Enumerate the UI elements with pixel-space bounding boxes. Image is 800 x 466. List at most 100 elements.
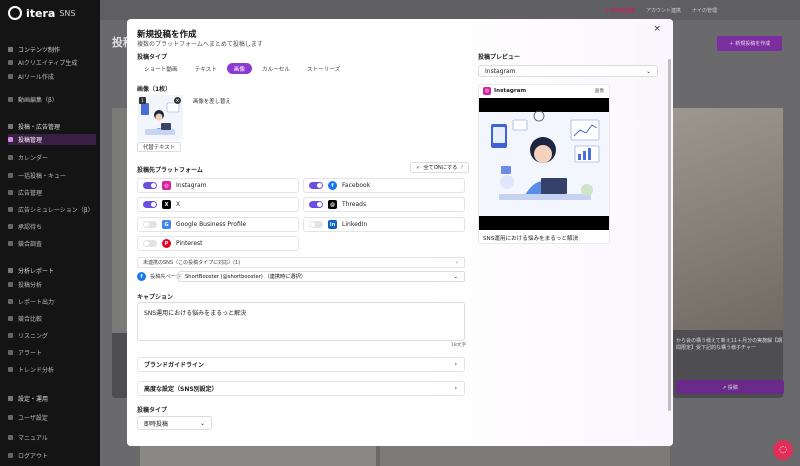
platform-instagram[interactable]: ◎ Instagram bbox=[137, 178, 299, 193]
queue-icon bbox=[8, 173, 13, 178]
ear-icon bbox=[8, 333, 13, 338]
bg-post-card[interactable] bbox=[380, 446, 670, 466]
chevron-down-icon: ⌄ bbox=[199, 419, 205, 427]
sidebar-item-trend[interactable]: トレンド分析 bbox=[8, 364, 96, 375]
remove-image-icon[interactable]: × bbox=[174, 97, 181, 104]
folder-icon bbox=[8, 47, 13, 52]
bg-post-caption: から会の構う様えて新え11＋月分の実施解【期間限定】受下記的な構う様子チャー bbox=[676, 338, 783, 351]
platform-toggle[interactable] bbox=[143, 182, 157, 189]
sidebar-item-ad-simulation[interactable]: 広告シミュレーション（β） bbox=[8, 204, 96, 215]
sidebar-item-report[interactable]: レポート出力 bbox=[8, 296, 96, 307]
chat-button[interactable]: ◌ bbox=[773, 440, 793, 460]
logo-text: itera bbox=[26, 6, 56, 20]
chevron-down-icon: ⌄ bbox=[453, 273, 458, 280]
sidebar-item-user-settings[interactable]: ユーザ設定 bbox=[8, 412, 96, 423]
instagram-icon: ◎ bbox=[483, 87, 491, 95]
preview-card: ◎ Instagram 画像 SNS運用における悩みをまるっと解決 bbox=[478, 84, 610, 244]
users-icon bbox=[8, 241, 13, 246]
trend-icon bbox=[8, 367, 13, 372]
sidebar-section-analytics[interactable]: 分析レポート bbox=[8, 266, 54, 275]
schedule-select[interactable]: 即時投稿 ⌄ bbox=[137, 416, 212, 430]
bg-post-card[interactable] bbox=[112, 108, 128, 398]
advanced-settings-accordion[interactable]: 高度な設定（SNS別設定） › bbox=[137, 381, 465, 396]
unlinked-sns-expander[interactable]: 未連携のSNS（この投稿タイプに対応）(1) › bbox=[137, 257, 465, 268]
create-post-button[interactable]: ＋ 新規投稿を作成 bbox=[717, 36, 782, 51]
sidebar-item-post-analysis[interactable]: 投稿分析 bbox=[8, 279, 96, 290]
sidebar-item-competitor[interactable]: 競合調査 bbox=[8, 238, 96, 249]
threads-icon: @ bbox=[328, 200, 337, 209]
sidebar-item-logout[interactable]: ログアウト bbox=[8, 450, 96, 461]
facebook-icon: f bbox=[328, 181, 337, 190]
post-type-label: 投稿タイプ bbox=[137, 54, 168, 61]
post-type-short-video[interactable]: ショート動画 bbox=[137, 63, 185, 74]
bg-post-card[interactable] bbox=[140, 446, 376, 466]
bg-post-button[interactable]: ↗ 投稿 bbox=[676, 380, 784, 394]
sidebar-item-ai-creative[interactable]: AIクリエイティブ生成 bbox=[8, 57, 96, 68]
check-icon bbox=[8, 224, 13, 229]
replace-image-link[interactable]: 画像を差し替え bbox=[193, 97, 231, 105]
sidebar-section-post[interactable]: 投稿・広告管理 bbox=[8, 122, 60, 131]
post-type-stories[interactable]: ストーリーズ bbox=[299, 63, 348, 74]
sidebar-item-approval[interactable]: 承認待ち bbox=[8, 221, 96, 232]
close-icon[interactable]: × bbox=[653, 24, 661, 34]
sidebar-item-queue[interactable]: 一括投稿・キュー bbox=[8, 170, 96, 181]
sidebar-section-settings[interactable]: 設定・運用 bbox=[8, 394, 48, 403]
preview-label: 投稿プレビュー bbox=[478, 54, 521, 61]
preview-platform-select[interactable]: Instagram ⌄ bbox=[478, 65, 658, 77]
page-select[interactable]: ShortBooster (@shortbooster) （連携時に選択） ⌄ bbox=[178, 271, 465, 282]
caption-textarea[interactable]: SNS運用における悩みをまるっと解決 bbox=[137, 302, 465, 341]
modal-scrollbar[interactable] bbox=[668, 59, 671, 411]
platform-x[interactable]: X X bbox=[137, 197, 299, 212]
platform-linkedin[interactable]: in LinkedIn bbox=[303, 217, 465, 232]
post-type-tabs: ショート動画 テキスト 画像 カルーセル ストーリーズ bbox=[137, 63, 348, 74]
chat-bubble-icon: ◌ bbox=[779, 445, 787, 455]
chevron-down-icon: ⌄ bbox=[645, 67, 651, 75]
create-post-modal: 新規投稿を作成 複数のプラットフォームへまとめて投稿します × 投稿タイプ ショ… bbox=[127, 19, 673, 446]
sidebar-item-compare[interactable]: 競合比較 bbox=[8, 313, 96, 324]
post-type-text[interactable]: テキスト bbox=[187, 63, 224, 74]
sidebar-item-video-edit[interactable]: 動画編集（β） bbox=[8, 94, 96, 105]
post-type-carousel[interactable]: カルーセル bbox=[255, 63, 297, 74]
chart-icon bbox=[8, 207, 13, 212]
sidebar-item-calendar[interactable]: カレンダー bbox=[8, 152, 96, 163]
platform-toggle[interactable] bbox=[143, 221, 157, 228]
logo-mark-icon bbox=[8, 6, 22, 20]
sidebar-section-content[interactable]: コンテンツ制作 bbox=[8, 45, 60, 54]
list-icon bbox=[8, 137, 13, 142]
illustration-icon bbox=[479, 98, 609, 230]
sidebar-item-listening[interactable]: リスニング bbox=[8, 330, 96, 341]
images-label: 画像（1枚） bbox=[137, 86, 172, 93]
bg-post-card[interactable] bbox=[673, 108, 783, 398]
preview-caption: SNS運用における悩みをまるっと解決 bbox=[483, 236, 579, 242]
preview-image bbox=[479, 98, 609, 230]
sidebar-item-post-management[interactable]: 投稿管理 bbox=[8, 134, 96, 145]
sidebar-item-ai-reel[interactable]: AIリール作成 bbox=[8, 71, 96, 82]
platform-toggle[interactable] bbox=[143, 240, 157, 247]
alt-text-button[interactable]: 代替テキスト bbox=[137, 142, 182, 152]
platform-pinterest[interactable]: P Pinterest bbox=[137, 236, 299, 251]
platform-google-business[interactable]: G Google Business Profile bbox=[137, 217, 299, 232]
platform-toggle[interactable] bbox=[309, 182, 323, 189]
gear-icon bbox=[8, 396, 13, 401]
sidebar-item-alert[interactable]: アラート bbox=[8, 347, 96, 358]
all-on-button[interactable]: ✓ 全てONにする ? bbox=[410, 162, 470, 173]
platform-threads[interactable]: @ Threads bbox=[303, 197, 465, 212]
facebook-icon: f bbox=[137, 272, 146, 281]
modal-subtitle: 複数のプラットフォームへまとめて投稿します bbox=[137, 41, 263, 48]
post-type-image[interactable]: 画像 bbox=[226, 63, 252, 74]
account-link-chip[interactable]: アカウント連携 bbox=[646, 5, 681, 15]
app-logo[interactable]: itera SNS bbox=[8, 6, 75, 20]
sidebar-item-manual[interactable]: マニュアル bbox=[8, 432, 96, 443]
platform-toggle[interactable] bbox=[143, 201, 157, 208]
chevron-right-icon: › bbox=[456, 259, 458, 266]
logout-icon bbox=[8, 453, 13, 458]
platform-facebook[interactable]: f Facebook bbox=[303, 178, 465, 193]
sparkle-icon bbox=[8, 60, 13, 65]
sidebar-item-ads[interactable]: 広告管理 bbox=[8, 187, 96, 198]
monthly-posts-chip[interactable]: ℹ 今月の投稿 bbox=[606, 5, 635, 15]
account-manage-chip[interactable]: ナイの管理 bbox=[692, 5, 717, 15]
bar-chart-icon bbox=[8, 282, 13, 287]
platform-toggle[interactable] bbox=[309, 201, 323, 208]
platform-toggle[interactable] bbox=[309, 221, 323, 228]
brand-guideline-accordion[interactable]: ブランドガイドライン › bbox=[137, 357, 465, 372]
